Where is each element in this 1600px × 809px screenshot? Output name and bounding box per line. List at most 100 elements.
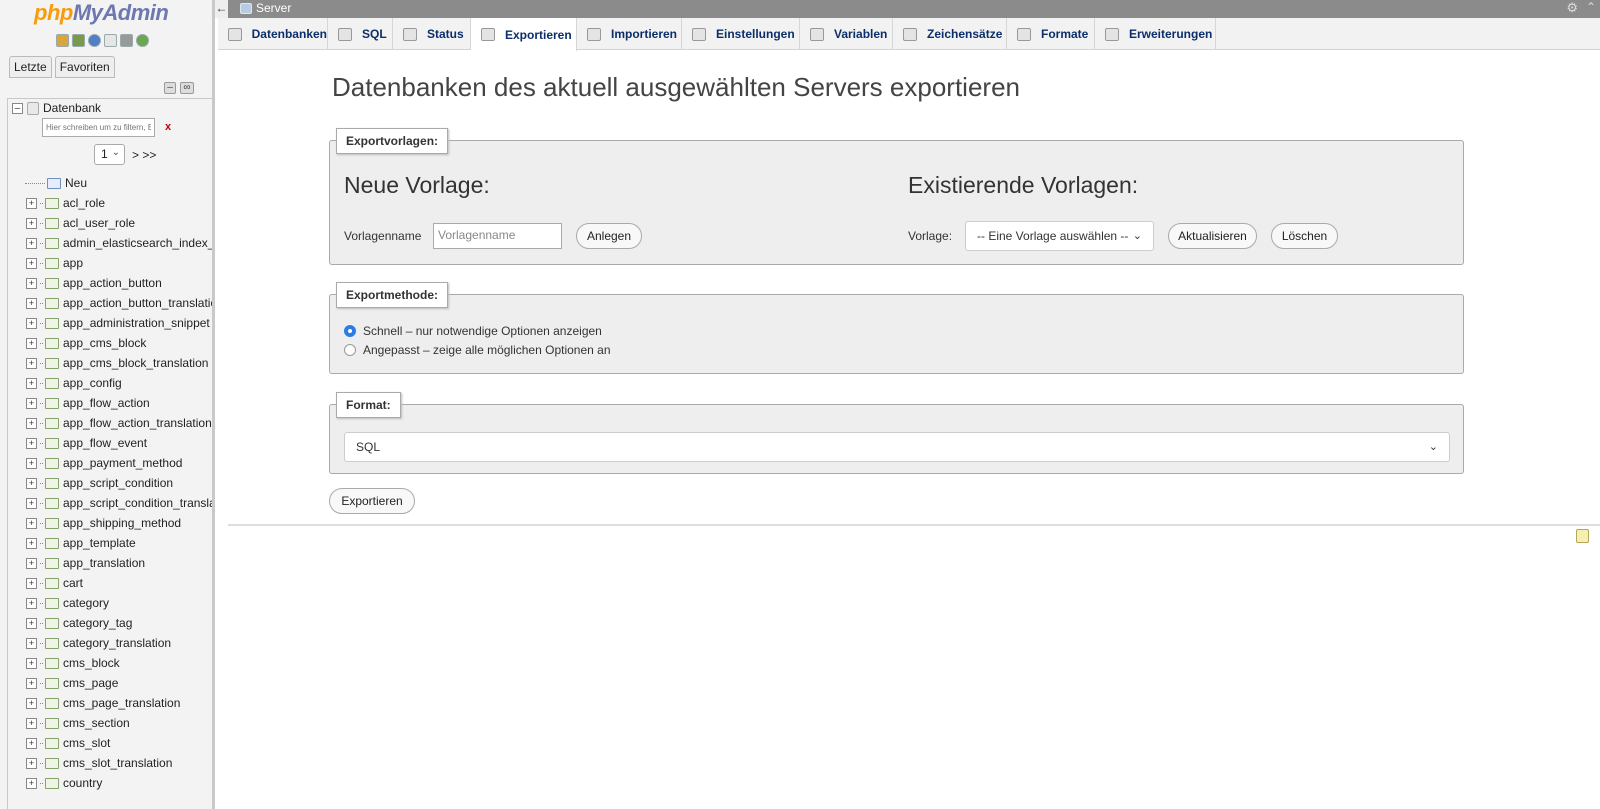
expand-icon[interactable]: + bbox=[26, 597, 37, 609]
expand-icon[interactable]: + bbox=[26, 517, 37, 529]
method-quick-radio[interactable]: Schnell – nur notwendige Optionen anzeig… bbox=[344, 324, 602, 338]
tree-item-table[interactable]: + app_flow_action bbox=[25, 393, 212, 413]
expand-icon[interactable]: + bbox=[26, 457, 37, 469]
tree-item-table[interactable]: + acl_role bbox=[25, 193, 212, 213]
tree-root[interactable]: – Datenbank bbox=[12, 101, 101, 115]
tree-item-table[interactable]: + app_action_button bbox=[25, 273, 212, 293]
tree-item-table[interactable]: + category_translation bbox=[25, 633, 212, 653]
expand-icon[interactable]: + bbox=[26, 677, 37, 689]
expand-icon[interactable]: + bbox=[26, 717, 37, 729]
nav-tab-favorites[interactable]: Favoriten bbox=[54, 56, 115, 78]
tree-item-table[interactable]: + category bbox=[25, 593, 212, 613]
create-template-button[interactable]: Anlegen bbox=[576, 223, 642, 249]
expand-icon[interactable]: + bbox=[26, 317, 37, 329]
tree-item-table[interactable]: + app_administration_snippet bbox=[25, 313, 212, 333]
method-custom-radio[interactable]: Angepasst – zeige alle möglichen Optione… bbox=[344, 343, 611, 357]
settings-icon[interactable] bbox=[120, 34, 133, 47]
table-filter-input[interactable] bbox=[42, 118, 155, 137]
expand-icon[interactable]: + bbox=[26, 537, 37, 549]
tree-item-table[interactable]: + country bbox=[25, 773, 212, 793]
page-select[interactable]: 1 ⌄ bbox=[94, 144, 125, 165]
collapse-icon[interactable]: ⌃ bbox=[1586, 0, 1596, 14]
tree-item-table[interactable]: + cms_page_translation bbox=[25, 693, 212, 713]
breadcrumb[interactable]: Server bbox=[256, 1, 291, 16]
tree-item-table[interactable]: + app_payment_method bbox=[25, 453, 212, 473]
tree-item-table[interactable]: + cms_slot bbox=[25, 733, 212, 753]
expand-icon[interactable]: + bbox=[26, 577, 37, 589]
tree-item-table[interactable]: + admin_elasticsearch_index_ta bbox=[25, 233, 212, 253]
tree-item-table[interactable]: + app_template bbox=[25, 533, 212, 553]
tree-item-table[interactable]: + app_translation bbox=[25, 553, 212, 573]
tree-item-table[interactable]: + acl_user_role bbox=[25, 213, 212, 233]
expand-icon[interactable]: + bbox=[26, 617, 37, 629]
expand-icon[interactable]: + bbox=[26, 217, 37, 229]
expand-icon[interactable]: + bbox=[26, 377, 37, 389]
format-select[interactable]: SQL ⌄ bbox=[344, 432, 1450, 462]
expand-icon[interactable]: + bbox=[26, 497, 37, 509]
expand-icon[interactable]: + bbox=[26, 337, 37, 349]
tree-item-table[interactable]: + cms_slot_translation bbox=[25, 753, 212, 773]
template-name-input[interactable]: Vorlagenname bbox=[433, 223, 562, 249]
delete-template-button[interactable]: Löschen bbox=[1271, 223, 1338, 249]
tab-charsets[interactable]: Zeichensätze bbox=[893, 18, 1007, 50]
tree-item-table[interactable]: + app_action_button_translatior bbox=[25, 293, 212, 313]
tree-item-table[interactable]: + cart bbox=[25, 573, 212, 593]
expand-icon[interactable]: + bbox=[26, 697, 37, 709]
tab-status[interactable]: Status bbox=[393, 18, 471, 50]
expand-icon[interactable]: + bbox=[26, 237, 37, 249]
help-icon[interactable] bbox=[88, 34, 101, 47]
database-icon[interactable] bbox=[72, 34, 85, 47]
tab-settings[interactable]: Einstellungen bbox=[682, 18, 800, 50]
expand-icon[interactable]: + bbox=[26, 477, 37, 489]
expand-icon[interactable]: + bbox=[26, 637, 37, 649]
nav-tab-recent[interactable]: Letzte bbox=[9, 56, 52, 78]
collapse-icon[interactable]: – bbox=[12, 102, 23, 114]
tree-item-table[interactable]: + app_flow_event bbox=[25, 433, 212, 453]
tree-item-table[interactable]: + app bbox=[25, 253, 212, 273]
expand-icon[interactable]: + bbox=[26, 257, 37, 269]
update-template-button[interactable]: Aktualisieren bbox=[1168, 223, 1257, 249]
export-button[interactable]: Exportieren bbox=[329, 488, 415, 514]
tab-variables[interactable]: Variablen bbox=[800, 18, 893, 50]
expand-icon[interactable]: + bbox=[26, 197, 37, 209]
expand-icon[interactable]: + bbox=[26, 777, 37, 789]
tree-item-table[interactable]: + cms_page bbox=[25, 673, 212, 693]
expand-icon[interactable]: + bbox=[26, 297, 37, 309]
tab-import[interactable]: Importieren bbox=[577, 18, 682, 50]
tree-item-new[interactable]: Neu bbox=[25, 173, 212, 193]
tab-databases[interactable]: Datenbanken bbox=[218, 18, 328, 50]
page-next-links[interactable]: > >> bbox=[132, 148, 156, 162]
expand-icon[interactable]: + bbox=[26, 277, 37, 289]
tree-item-table[interactable]: + app_cms_block bbox=[25, 333, 212, 353]
tree-item-table[interactable]: + cms_block bbox=[25, 653, 212, 673]
console-icon[interactable] bbox=[1576, 529, 1589, 543]
back-arrow-icon[interactable]: ← bbox=[215, 0, 228, 18]
radio-unselected[interactable] bbox=[344, 344, 356, 356]
template-select[interactable]: -- Eine Vorlage auswählen -- ⌄ bbox=[965, 221, 1154, 251]
expand-icon[interactable]: + bbox=[26, 357, 37, 369]
link-icon[interactable]: ∞ bbox=[180, 82, 194, 94]
tab-export[interactable]: Exportieren bbox=[471, 18, 577, 51]
tree-item-table[interactable]: + category_tag bbox=[25, 613, 212, 633]
gear-icon[interactable]: ⚙ bbox=[1566, 0, 1578, 16]
tree-item-table[interactable]: + app_script_condition bbox=[25, 473, 212, 493]
expand-icon[interactable]: + bbox=[26, 437, 37, 449]
tab-sql[interactable]: SQL bbox=[328, 18, 393, 50]
clear-filter-button[interactable]: x bbox=[165, 121, 171, 133]
tab-extensions[interactable]: Erweiterungen bbox=[1095, 18, 1216, 50]
reload-icon[interactable] bbox=[136, 34, 149, 47]
docs-icon[interactable] bbox=[104, 34, 117, 47]
expand-icon[interactable]: + bbox=[26, 417, 37, 429]
expand-icon[interactable]: + bbox=[26, 557, 37, 569]
tree-item-table[interactable]: + app_script_condition_translat bbox=[25, 493, 212, 513]
tree-item-table[interactable]: + app_cms_block_translation bbox=[25, 353, 212, 373]
expand-icon[interactable]: + bbox=[26, 657, 37, 669]
collapse-all-icon[interactable]: – bbox=[164, 82, 176, 94]
expand-icon[interactable]: + bbox=[26, 757, 37, 769]
expand-icon[interactable]: + bbox=[26, 397, 37, 409]
tree-item-table[interactable]: + app_config bbox=[25, 373, 212, 393]
tree-item-table[interactable]: + cms_section bbox=[25, 713, 212, 733]
radio-selected[interactable] bbox=[344, 325, 356, 337]
tab-formats[interactable]: Formate bbox=[1007, 18, 1095, 50]
tree-item-table[interactable]: + app_flow_action_translation bbox=[25, 413, 212, 433]
